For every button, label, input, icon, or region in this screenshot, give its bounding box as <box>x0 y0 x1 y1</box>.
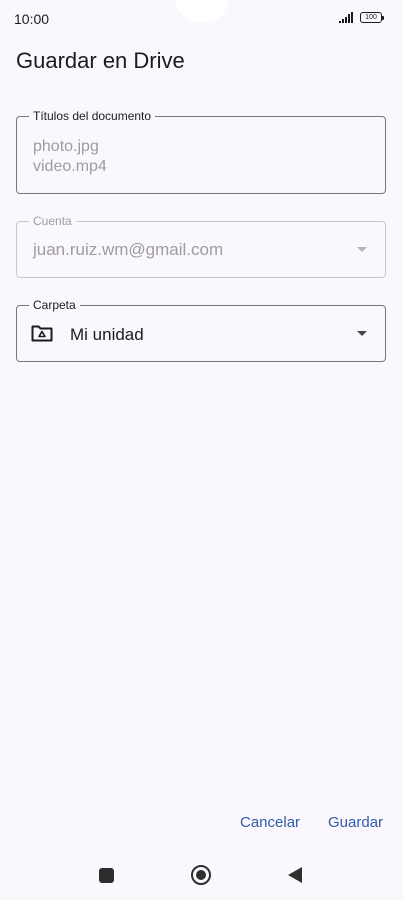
navigation-bar <box>0 848 403 900</box>
account-label: Cuenta <box>29 214 76 228</box>
document-title-item: photo.jpg <box>33 138 99 155</box>
document-titles-label: Títulos del documento <box>29 109 156 123</box>
cancel-button[interactable]: Cancelar <box>240 814 300 831</box>
battery-icon: 100 <box>360 12 384 23</box>
camera-notch <box>176 0 228 22</box>
folder-label: Carpeta <box>29 298 80 312</box>
home-circle-icon[interactable] <box>191 865 211 885</box>
document-title-item: video.mp4 <box>33 158 107 175</box>
folder-field[interactable]: Carpeta Mi unidad <box>16 298 386 362</box>
page-title: Guardar en Drive <box>16 48 185 73</box>
square-recents-icon[interactable] <box>99 868 114 883</box>
status-bar: 10:00 100 <box>0 0 403 36</box>
shared-drive-folder-icon <box>31 325 53 342</box>
save-button[interactable]: Guardar <box>328 814 383 831</box>
caret-down-icon <box>357 331 367 336</box>
account-field[interactable]: Cuenta juan.ruiz.wm@gmail.com <box>16 214 386 278</box>
folder-value: Mi unidad <box>70 325 144 344</box>
caret-down-icon <box>357 247 367 252</box>
signal-bars-icon <box>339 12 353 23</box>
status-time: 10:00 <box>14 11 50 27</box>
document-titles-field[interactable]: Títulos del documento photo.jpg video.mp… <box>16 109 386 194</box>
document-titles-list: photo.jpg video.mp4 <box>33 137 107 177</box>
account-value: juan.ruiz.wm@gmail.com <box>33 240 224 259</box>
battery-level: 100 <box>365 14 377 21</box>
triangle-back-icon[interactable] <box>288 867 302 883</box>
